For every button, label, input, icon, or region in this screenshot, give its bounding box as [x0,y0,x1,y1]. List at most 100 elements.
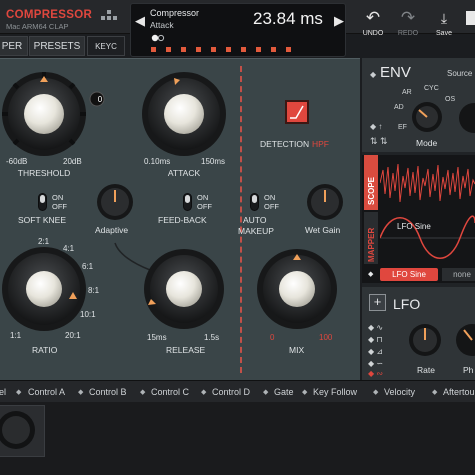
feedback-label: FEED-BACK [158,215,207,225]
auto-makeup-switch[interactable] [250,193,259,211]
lfo-phase-label: Ph [463,365,474,375]
diamond-icon: ◆ [432,389,438,396]
tab-mapper-view[interactable]: MAPPER [364,212,378,264]
mod-source-item[interactable]: Control D [212,387,250,397]
link-curve [114,242,151,271]
ratio-tick: 20:1 [65,331,81,340]
diamond-icon: ◆ [263,389,269,396]
threshold-knob[interactable] [2,72,86,156]
wave-random-icon[interactable]: ◆ ∾ [368,369,383,378]
save-button[interactable]: ⤓ Save [427,8,461,37]
attack-min: 0.10ms [144,157,171,166]
ratio-label: RATIO [32,345,58,355]
lfo-rate-label: Rate [417,365,435,375]
source-none-pill[interactable]: none [442,268,475,281]
link-toggle-icon[interactable] [151,34,165,42]
diamond-icon: ◆ [201,389,207,396]
lfo-phase-knob[interactable] [452,322,475,358]
tab-presets[interactable]: PRESETS [29,36,85,56]
next-arrow-icon[interactable]: ▶ [334,13,344,29]
mix-max: 100 [319,333,333,342]
mod-source-item[interactable]: Gate [274,387,294,397]
parameter-display[interactable]: ◀ Compressor Attack 23.84 ms ▶ [130,3,346,57]
redo-button[interactable]: ↷ REDO [391,8,425,37]
step-markers [151,44,301,54]
auto-makeup-label-2: MAKEUP [238,226,274,236]
feedback-onoff: ON OFF [197,193,212,211]
mod-source-item[interactable]: Aftertou [443,387,475,397]
tab-scope[interactable]: SCOPE [364,155,378,210]
attack-label: ATTACK [167,168,201,178]
ratio-knob[interactable] [2,247,86,331]
param-name: Attack [150,20,174,30]
mod-source-item[interactable]: Key Follow [313,387,357,397]
soft-knee-switch[interactable] [38,193,47,211]
ratio-tick: 2:1 [38,237,50,246]
env-nav-icon[interactable]: ◆ ↑ [370,122,382,131]
macro-knob[interactable] [0,409,40,451]
threshold-label: THRESHOLD [17,168,71,178]
bottom-area [0,402,475,475]
tab-mapper[interactable]: PER [0,36,28,56]
release-label: RELEASE [166,345,206,355]
mode-option[interactable]: AR [402,89,412,96]
device-name: Compressor [150,8,200,18]
plugin-format: Mac ARM64 CLAP [6,22,69,31]
threshold-min: -60dB [6,157,28,166]
plugin-title: COMPRESSOR [6,9,93,21]
mod-source-item[interactable]: el [0,387,6,397]
source-selected-pill[interactable]: LFO Sine [380,268,438,281]
env-sync-icon[interactable]: ⇅ ⇅ [370,136,388,147]
lfo-rate-knob[interactable] [407,322,443,358]
mod-source-item[interactable]: Velocity [384,387,415,397]
grid-icon[interactable] [101,10,117,24]
mix-knob[interactable] [257,249,337,329]
release-knob[interactable] [144,249,224,329]
wave-saw-icon[interactable]: ◆ ⊿ [368,347,383,356]
diamond-icon: ◆ [78,389,84,396]
env-source-label: Source [447,69,473,78]
lfo-title: LFO [393,296,421,312]
wave-ramp-icon[interactable]: ◆ ∽ [368,359,383,368]
adaptive-knob[interactable] [97,184,133,220]
mode-option[interactable]: AD [394,104,404,111]
download-icon: ⤓ [440,10,448,26]
attack-max: 150ms [201,157,226,166]
undo-button[interactable]: ↶ UNDO [356,8,390,37]
diamond-icon: ◆ [370,70,377,79]
diamond-icon: ◆ [368,271,374,278]
detection-button[interactable] [285,100,309,124]
wet-gain-knob[interactable] [307,184,343,220]
ratio-tick: 8:1 [88,286,100,295]
mode-option[interactable]: EF [398,124,407,131]
undo-icon: ↶ [365,8,381,27]
mix-label: MIX [289,345,305,355]
mix-min: 0 [270,333,275,342]
scope-waveform [380,163,475,203]
mod-source-item[interactable]: Control C [151,387,189,397]
mode-option[interactable]: CYC [424,85,439,92]
mapper-source-text: LFO Sine [397,222,431,231]
source-knob[interactable] [455,98,475,138]
wave-square-icon[interactable]: ◆ ⊓ [368,335,383,344]
wave-sine-icon[interactable]: ◆ ∿ [368,323,383,332]
mod-source-item[interactable]: Control B [89,387,127,397]
release-max: 1.5s [204,333,220,342]
detection-label: DETECTION [260,139,310,149]
attack-knob[interactable] [142,72,226,156]
auto-makeup-onoff: ON OFF [264,193,279,211]
threshold-badge-value: 0 [97,95,103,104]
mode-knob[interactable] [410,100,444,134]
prev-arrow-icon[interactable]: ◀ [135,13,145,29]
feedback-switch[interactable] [183,193,192,211]
mode-option[interactable]: OS [445,96,455,103]
tab-keyc[interactable]: KEYC [87,36,125,56]
add-lfo-button[interactable]: + [369,294,386,311]
mod-source-item[interactable]: Control A [28,387,65,397]
param-value: 23.84 ms [253,9,323,28]
wet-gain-label: Wet Gain [305,225,341,235]
ratio-tick: 1:1 [10,331,22,340]
auto-makeup-label-1: AUTO [243,215,267,225]
mapper-curve [380,215,475,259]
menu-icon[interactable] [466,11,475,25]
